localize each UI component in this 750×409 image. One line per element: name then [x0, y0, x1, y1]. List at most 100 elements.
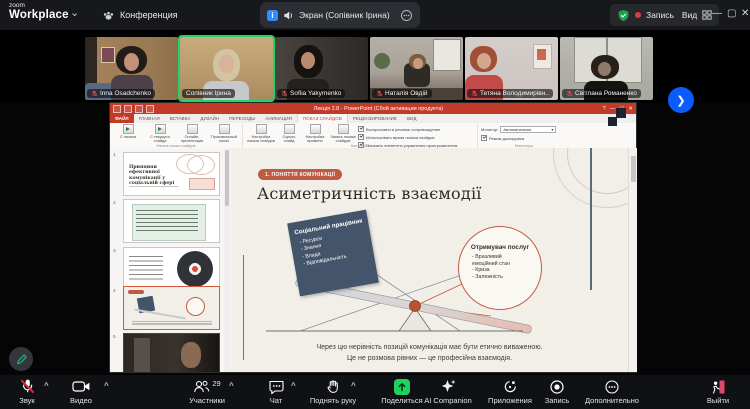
recording-label: Запись [646, 10, 674, 20]
dropdown-arrow-icon: ▾ [551, 127, 553, 132]
video-tile[interactable]: Світлана Романенко [560, 37, 653, 100]
leave-button[interactable]: Выйти [686, 378, 750, 405]
ppt-checkbox-narration: Воспроизвести речевое сопровождение [358, 126, 474, 132]
ppt-tab-view: ВИД [402, 114, 421, 123]
shared-app-icon: i [267, 10, 278, 21]
slide-scrollbar [628, 148, 637, 372]
leave-meeting-icon [710, 379, 727, 395]
video-tile[interactable]: Sofiia Yakymenko [275, 37, 368, 100]
wall-poster [533, 44, 552, 69]
chat-button[interactable]: Чат [244, 378, 308, 405]
slide-number: 4 [113, 289, 116, 294]
office-window [433, 39, 461, 71]
participants-icon [193, 379, 210, 395]
tab-shared-screen[interactable]: i Экран (Сопівник Ірина) [260, 2, 420, 28]
zoom-toolbar: Звук ^ Видео ^ 29 Участники ^ Чат ^ Подн… [0, 375, 750, 409]
slide-footer-line1: Через цю нерівність позицій комунікація … [231, 344, 628, 351]
circle-items: - Вразливий емоційний стан - Криза - Зал… [472, 254, 541, 282]
muted-mic-icon [281, 90, 288, 97]
social-worker-box: Соціальний працівник - Ресурси - Знання … [287, 210, 379, 297]
slide-thumbnail-3 [123, 247, 220, 291]
apps-icon [502, 379, 518, 395]
video-tile[interactable]: Наталія Овдій [370, 37, 463, 100]
zoom-top-bar: zoom Workplace ⌄ Конференция i Экран (Со… [0, 0, 750, 30]
ppt-tab-design: ДИЗАЙН [195, 114, 224, 123]
view-button[interactable]: Вид [682, 10, 697, 20]
chat-options-chevron[interactable]: ^ [291, 381, 296, 390]
ppt-slide-panel: 1 Принципи ефективної комунікації у соці… [110, 148, 232, 372]
ribbon-group-setup: Настройка показа слайдов Скрыть слайд На… [243, 123, 478, 148]
zoom-workplace-logo: zoom Workplace [9, 3, 69, 21]
play-icon [155, 124, 166, 134]
ppt-help-button: ? [603, 106, 606, 112]
window-close-button[interactable]: ✕ [741, 8, 749, 19]
ppt-setup-show-button: Настройка показа слайдов [246, 124, 276, 143]
vertical-line-decoration [590, 148, 592, 290]
participants-options-chevron[interactable]: ^ [229, 381, 234, 390]
checkbox-icon [481, 135, 487, 141]
record-icon [549, 379, 565, 395]
chevron-down-icon[interactable]: ⌄ [70, 6, 79, 19]
ppt-monitor-dropdown: Автоматически▾ [500, 126, 556, 133]
raise-hand-options-chevron[interactable]: ^ [351, 381, 356, 390]
ppt-quick-access-toolbar [113, 105, 154, 113]
ppt-present-online-button: Онлайн-презентация [177, 124, 207, 143]
window-minimize-button[interactable]: — [712, 8, 722, 19]
more-button[interactable]: Дополнительно [580, 378, 644, 405]
ppt-tab-insert: ВСТАВКА [165, 114, 196, 123]
monitor-column: Монитор: Автоматически▾ Режим докладчика [481, 124, 567, 143]
video-options-chevron[interactable]: ^ [104, 381, 109, 390]
ppt-ribbon: С начала С текущего слайда Онлайн-презен… [110, 123, 636, 149]
checkbox-icon [358, 126, 364, 132]
video-tile-active-speaker[interactable]: Сопівник Ірина [180, 37, 273, 100]
ellipsis-icon [604, 379, 620, 395]
custom-show-icon [219, 124, 230, 134]
recording-dot-icon [635, 12, 641, 18]
play-icon [123, 124, 134, 134]
participant-nameplate: Світлана Романенко [562, 89, 641, 98]
video-tile[interactable]: Inna Osadchenko [85, 37, 178, 100]
ppt-tab-transitions: ПЕРЕХОДЫ [224, 114, 260, 123]
ppt-from-current-button: С текущего слайда [145, 124, 175, 143]
thumbnail-title: Принципи ефективної комунікації у соціал… [129, 165, 184, 186]
scrollbar-thumb [631, 156, 636, 182]
muted-mic-icon [471, 90, 478, 97]
participant-nameplate: Тетяна Володимирівн.. [467, 89, 553, 98]
muted-mic-icon [91, 90, 98, 97]
logo-line-workplace: Workplace [9, 10, 69, 22]
security-shield-icon[interactable] [617, 9, 630, 22]
speaker-icon [283, 10, 294, 21]
chevron-right-icon: ❯ [676, 94, 685, 107]
ai-companion-button[interactable]: AI Companion [416, 378, 480, 405]
video-tile[interactable]: Тетяна Володимирівн.. [465, 37, 558, 100]
panel-scrollbar [224, 148, 230, 372]
tab-meeting[interactable]: Конференция [102, 5, 178, 25]
camera-icon [72, 379, 91, 394]
window-maximize-button[interactable]: ▢ [727, 8, 736, 19]
ppt-record-show-button: Запись показа слайдов [330, 124, 356, 143]
monitor-label: Монитор: [481, 127, 498, 132]
slide-thumbnail-2 [123, 199, 220, 243]
circle-title: Отримувач послуг [459, 244, 541, 252]
ppt-tab-review: РЕЦЕНЗИРОВАНИЕ [348, 114, 402, 123]
share-screen-icon [394, 379, 410, 395]
ppt-window-title: Лекція 2.8 - PowerPoint (Сбой активации … [154, 106, 603, 112]
muted-mic-icon [566, 90, 573, 97]
ai-sparkle-icon [440, 378, 457, 395]
view-grid-icon[interactable] [702, 10, 712, 20]
ppt-title-bar: Лекція 2.8 - PowerPoint (Сбой активации … [110, 103, 636, 114]
hide-slide-icon [284, 124, 295, 134]
pencil-icon [14, 352, 28, 366]
plant [374, 53, 390, 69]
slide-thumbnail-4-selected [123, 286, 220, 330]
more-options-icon[interactable] [400, 9, 413, 22]
ppt-custom-show-button: Произвольный показ [209, 124, 239, 143]
slide-footer-line2: Це не розмова рівних — це професійна вза… [231, 355, 628, 362]
annotate-button[interactable] [9, 347, 33, 371]
cursor-artifact [616, 108, 626, 118]
audio-options-chevron[interactable]: ^ [44, 381, 49, 390]
status-pill: Запись Вид [610, 4, 719, 26]
next-participants-button[interactable]: ❯ [668, 87, 694, 113]
rings-decoration [187, 155, 215, 175]
participant-nameplate: Сопівник Ірина [182, 89, 235, 98]
